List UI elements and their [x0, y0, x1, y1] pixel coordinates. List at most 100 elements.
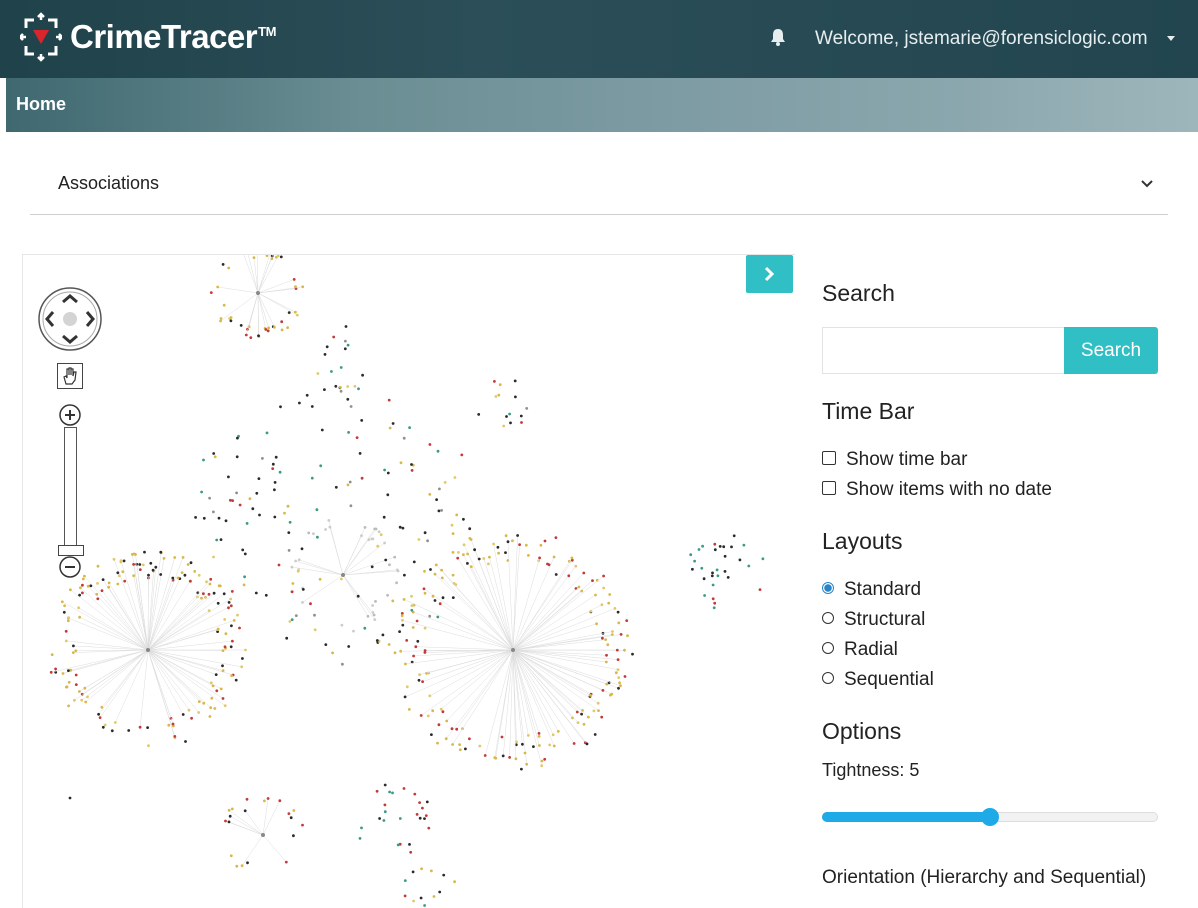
graph-node[interactable]	[477, 413, 480, 416]
graph-node[interactable]	[631, 653, 634, 656]
graph-node[interactable]	[453, 582, 456, 585]
graph-node[interactable]	[344, 347, 347, 350]
zoom-slider-track[interactable]	[64, 427, 77, 551]
graph-node[interactable]	[520, 421, 523, 424]
zoom-in-icon[interactable]	[58, 403, 82, 427]
graph-node[interactable]	[383, 542, 386, 545]
graph-node[interactable]	[341, 663, 344, 666]
radio-unselected[interactable]	[822, 612, 834, 624]
graph-node[interactable]	[312, 532, 315, 535]
graph-node[interactable]	[357, 595, 360, 598]
graph-node[interactable]	[216, 286, 219, 289]
graph-node[interactable]	[354, 385, 357, 388]
graph-node[interactable]	[540, 544, 543, 547]
graph-node[interactable]	[65, 640, 68, 643]
graph-node[interactable]	[244, 809, 247, 812]
graph-node[interactable]	[210, 291, 213, 294]
graph-node[interactable]	[347, 484, 350, 487]
graph-node[interactable]	[139, 726, 142, 729]
graph-node[interactable]	[445, 720, 448, 723]
graph-node[interactable]	[410, 595, 413, 598]
graph-node[interactable]	[274, 481, 277, 484]
graph-node[interactable]	[608, 593, 611, 596]
graph-node[interactable]	[505, 534, 508, 537]
graph-node[interactable]	[123, 580, 126, 583]
graph-node[interactable]	[330, 370, 333, 373]
graph-node[interactable]	[182, 556, 185, 559]
graph-node[interactable]	[222, 263, 225, 266]
graph-node[interactable]	[313, 614, 316, 617]
graph-node[interactable]	[384, 784, 387, 787]
graph-node[interactable]	[432, 595, 435, 598]
graph-node[interactable]	[525, 544, 528, 547]
graph-node[interactable]	[399, 526, 402, 529]
graph-node[interactable]	[419, 817, 422, 820]
graph-node[interactable]	[298, 558, 301, 561]
graph-node[interactable]	[189, 580, 192, 583]
graph-node[interactable]	[501, 736, 504, 739]
graph-node[interactable]	[698, 548, 701, 551]
graph-node[interactable]	[301, 547, 304, 550]
graph-node[interactable]	[265, 328, 268, 331]
graph-node[interactable]	[127, 729, 130, 732]
graph-node[interactable]	[442, 874, 445, 877]
graph-node[interactable]	[67, 616, 70, 619]
graph-node[interactable]	[265, 594, 268, 597]
layout-sequential-radio[interactable]: Sequential	[822, 669, 934, 691]
graph-node[interactable]	[410, 463, 413, 466]
graph-node[interactable]	[230, 854, 233, 857]
graph-node[interactable]	[470, 538, 473, 541]
graph-node[interactable]	[553, 556, 556, 559]
graph-node[interactable]	[188, 709, 191, 712]
graph-node[interactable]	[543, 758, 546, 761]
graph-node[interactable]	[272, 463, 275, 466]
graph-node[interactable]	[149, 562, 152, 565]
graph-node[interactable]	[236, 437, 239, 440]
graph-node[interactable]	[292, 834, 295, 837]
graph-node[interactable]	[241, 864, 244, 867]
graph-node[interactable]	[401, 624, 404, 627]
graph-node[interactable]	[438, 488, 441, 491]
graph-node[interactable]	[376, 545, 379, 548]
nav-home-link[interactable]: Home	[16, 94, 66, 115]
graph-node[interactable]	[452, 532, 455, 535]
graph-node[interactable]	[434, 599, 437, 602]
graph-node[interactable]	[393, 556, 396, 559]
graph-node[interactable]	[458, 743, 461, 746]
graph-node[interactable]	[224, 820, 227, 823]
graph-node[interactable]	[152, 569, 155, 572]
checkbox-box[interactable]	[822, 451, 836, 465]
graph-node[interactable]	[83, 575, 86, 578]
graph-node[interactable]	[251, 507, 254, 510]
graph-node[interactable]	[403, 787, 406, 790]
graph-node[interactable]	[428, 493, 431, 496]
graph-node[interactable]	[525, 763, 528, 766]
graph-node[interactable]	[241, 549, 244, 552]
graph-node[interactable]	[713, 602, 716, 605]
graph-node[interactable]	[95, 593, 98, 596]
graph-node[interactable]	[605, 661, 608, 664]
graph-node[interactable]	[227, 606, 230, 609]
graph-node[interactable]	[363, 627, 366, 630]
graph-node[interactable]	[617, 611, 620, 614]
graph-node[interactable]	[396, 569, 399, 572]
graph-node[interactable]	[294, 560, 297, 563]
graph-node[interactable]	[516, 534, 519, 537]
graph-node[interactable]	[482, 557, 485, 560]
graph-node[interactable]	[81, 592, 84, 595]
graph-node[interactable]	[544, 540, 547, 543]
graph-node[interactable]	[75, 683, 78, 686]
graph-node[interactable]	[102, 726, 105, 729]
graph-node[interactable]	[159, 551, 162, 554]
graph-node[interactable]	[429, 568, 432, 571]
graph-node[interactable]	[288, 549, 291, 552]
graph-node[interactable]	[412, 626, 415, 629]
graph-node[interactable]	[427, 827, 430, 830]
graph-node[interactable]	[614, 607, 617, 610]
graph-node[interactable]	[455, 514, 458, 517]
graph-node[interactable]	[509, 422, 512, 425]
graph-node[interactable]	[294, 311, 297, 314]
graph-node[interactable]	[288, 311, 291, 314]
graph-node[interactable]	[617, 658, 620, 661]
graph-node[interactable]	[317, 372, 320, 375]
